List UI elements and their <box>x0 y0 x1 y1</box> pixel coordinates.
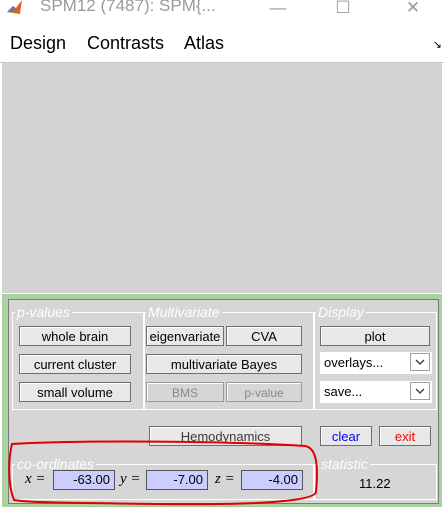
save-label: save... <box>324 384 363 399</box>
clear-button[interactable]: clear <box>320 426 372 446</box>
minimize-button[interactable]: — <box>263 0 293 20</box>
hemodynamics-button[interactable]: Hemodynamics <box>149 426 302 446</box>
statistic-legend: statistic <box>319 456 370 472</box>
menu-bar: Design Contrasts Atlas ↘ <box>0 24 444 63</box>
window-title: SPM12 (7487): SPM{... <box>40 0 216 15</box>
menu-design[interactable]: Design <box>10 33 66 54</box>
results-panel: p-values whole brain current cluster sma… <box>2 294 442 507</box>
y-coordinate-input[interactable]: -7.00 <box>146 470 208 490</box>
statistic-value: 11.22 <box>359 476 391 491</box>
matlab-icon <box>7 0 22 14</box>
exit-button[interactable]: exit <box>379 426 431 446</box>
current-cluster-button[interactable]: current cluster <box>19 354 131 374</box>
pvalues-legend: p-values <box>15 304 72 320</box>
close-button[interactable]: ✕ <box>398 0 428 20</box>
overlays-dropdown[interactable]: overlays... <box>320 352 432 374</box>
z-coordinate-input[interactable]: -4.00 <box>241 470 303 490</box>
cva-button[interactable]: CVA <box>226 326 302 346</box>
graphics-area <box>2 63 442 293</box>
save-dropdown[interactable]: save... <box>320 381 432 403</box>
z-label: z = <box>215 471 235 487</box>
title-bar: SPM12 (7487): SPM{... — ☐ ✕ <box>0 0 444 22</box>
menu-dock-icon[interactable]: ↘ <box>433 38 442 51</box>
multivariate-bayes-button[interactable]: multivariate Bayes <box>146 354 302 374</box>
multivariate-legend: Multivariate <box>146 304 222 320</box>
results-panel-inner: p-values whole brain current cluster sma… <box>8 299 439 504</box>
display-legend: Display <box>316 304 366 320</box>
small-volume-button[interactable]: small volume <box>19 382 131 402</box>
bms-button: BMS <box>146 382 224 402</box>
chevron-down-icon[interactable] <box>410 353 430 371</box>
x-coordinate-input[interactable]: -63.00 <box>53 470 115 490</box>
maximize-button[interactable]: ☐ <box>328 0 358 20</box>
coordinates-legend: co-ordinates <box>15 456 97 472</box>
whole-brain-button[interactable]: whole brain <box>19 326 131 346</box>
p-value-button: p-value <box>226 382 302 402</box>
menu-contrasts[interactable]: Contrasts <box>87 33 164 54</box>
menu-atlas[interactable]: Atlas <box>184 33 224 54</box>
chevron-down-icon[interactable] <box>410 382 430 400</box>
y-label: y = <box>120 471 141 487</box>
eigenvariate-button[interactable]: eigenvariate <box>146 326 224 346</box>
x-label: x = <box>25 471 46 487</box>
overlays-label: overlays... <box>324 355 384 370</box>
plot-button[interactable]: plot <box>320 326 430 346</box>
